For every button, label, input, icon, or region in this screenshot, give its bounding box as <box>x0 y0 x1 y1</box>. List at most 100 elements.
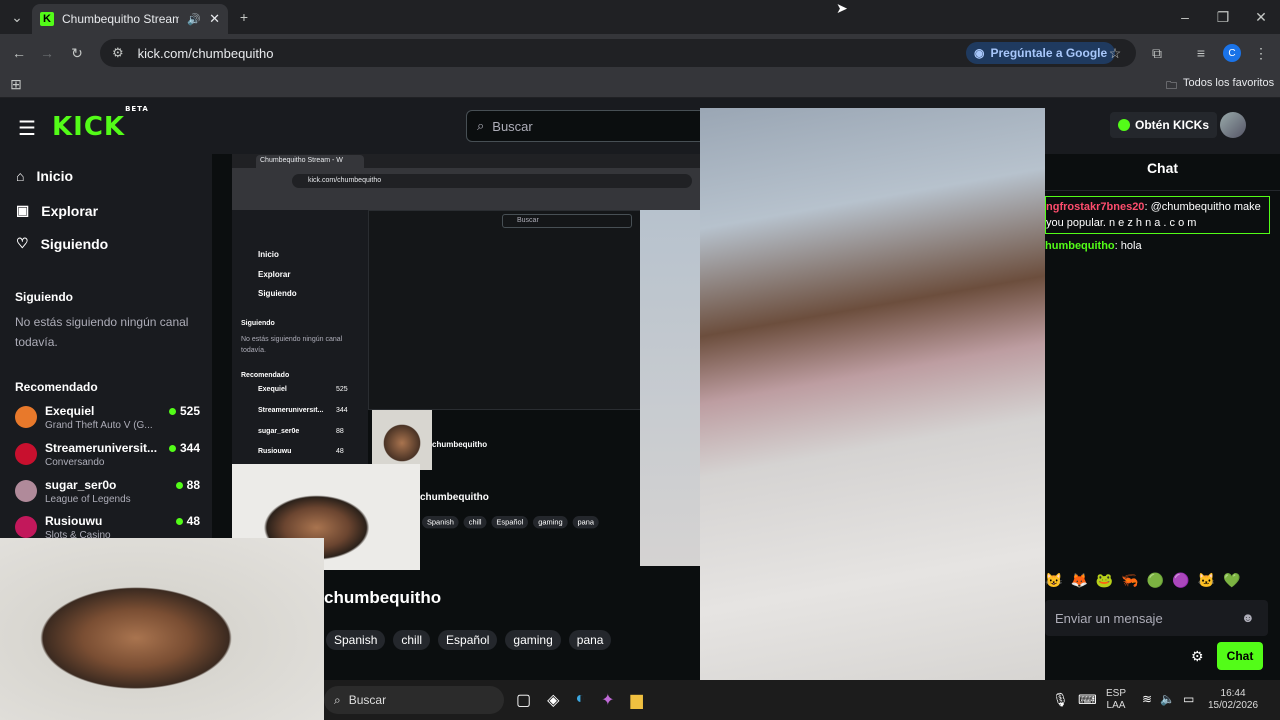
kick-logo[interactable]: KICKBETA <box>52 105 149 142</box>
sidebar-item-inicio[interactable]: ⌂ Inicio <box>16 168 73 184</box>
emote-bar: 😺 🦊 🐸 🦐 🟢 🟣 🐱 💚 <box>1045 572 1280 594</box>
viewer-count: 525 <box>168 404 200 418</box>
nav-label-explorar: Explorar <box>41 202 99 219</box>
sidebar-item-explorar[interactable]: ▣ Explorar <box>16 202 98 219</box>
recommended-channel[interactable]: Exequiel Grand Theft Auto V (G... 525 <box>15 404 200 440</box>
live-video-frame[interactable] <box>700 108 1045 720</box>
mouse-cursor-icon: ➤ <box>836 0 848 16</box>
volume-icon: 🔈 <box>1160 692 1176 706</box>
tag-list: Spanish chill Español gaming pana <box>326 630 612 650</box>
tag-chill[interactable]: chill <box>393 630 431 650</box>
chat-panel: Chat ngfrostakr7bnes20: @chumbequitho ma… <box>1045 154 1280 720</box>
tag-gaming[interactable]: gaming <box>505 630 561 650</box>
copilot-icon[interactable]: ✦ <box>601 690 614 710</box>
tab-search-icon[interactable]: ⌄ <box>8 8 26 26</box>
all-bookmarks-button[interactable]: 🗀 Todos los favoritos <box>1166 77 1274 96</box>
minimize-icon[interactable]: – <box>1176 8 1194 26</box>
reload-icon[interactable]: ↻ <box>68 44 86 62</box>
search-icon: ⌕ <box>477 118 485 133</box>
taskbar-apps: ▢ ◈ ◐ ✦ ▆ <box>516 690 643 710</box>
emote-icon[interactable]: 🟢 <box>1147 572 1164 594</box>
profile-avatar[interactable]: C <box>1223 44 1241 62</box>
task-view-icon[interactable]: ▢ <box>516 690 531 710</box>
wifi-icon: ≋ <box>1142 692 1153 706</box>
chat-message: humbequitho: hola <box>1045 240 1142 252</box>
emote-icon[interactable]: 🐱 <box>1198 572 1215 594</box>
audio-icon[interactable]: 🔊 <box>187 13 201 26</box>
back-icon[interactable]: ← <box>10 44 28 62</box>
emote-icon[interactable]: 😺 <box>1045 572 1062 594</box>
chat-send-button[interactable]: Chat <box>1217 642 1263 670</box>
nested-rec-name: Exequiel <box>258 386 287 393</box>
live-dot-icon <box>168 444 176 452</box>
emote-icon[interactable]: 💚 <box>1223 572 1240 594</box>
bookmark-star-icon[interactable]: ☆ <box>1106 44 1124 62</box>
browser-tab-active[interactable]: K Chumbequitho Stream - W 🔊 ✕ <box>32 4 228 34</box>
keyboard-layout: LAA <box>1106 700 1126 711</box>
menu-kebab-icon[interactable]: ⋮ <box>1252 44 1270 62</box>
forward-icon[interactable]: → <box>38 44 56 62</box>
extensions-icon[interactable]: ⧉ <box>1148 44 1166 62</box>
restore-icon[interactable]: ❐ <box>1214 8 1232 26</box>
apps-grid-icon[interactable]: ⊞ <box>8 76 24 92</box>
chat-settings-gear-icon[interactable]: ⚙ <box>1191 648 1204 665</box>
chat-username[interactable]: humbequitho <box>1045 240 1115 252</box>
tag-pana[interactable]: pana <box>568 630 612 650</box>
recommended-channel[interactable]: Streameruniversit... Conversando 344 <box>15 441 200 477</box>
clock-date: 15/02/2026 <box>1208 700 1259 711</box>
channel-category: League of Legends <box>45 494 131 505</box>
nested-nav-inicio: Inicio <box>258 250 279 259</box>
nested-nav-siguiendo: Siguiendo <box>258 289 297 298</box>
chat-input-placeholder: Enviar un mensaje <box>1055 610 1163 626</box>
channel-name: Exequiel <box>45 404 95 418</box>
edge-icon[interactable]: ◐ <box>575 690 585 710</box>
tag-espanol[interactable]: Español <box>438 630 498 650</box>
system-tray[interactable]: ≋ 🔈 ▭ <box>1142 692 1194 706</box>
site-info-icon[interactable]: ⚙ <box>112 45 124 61</box>
nested-recommended-title: Recomendado <box>241 372 290 379</box>
bookmarks-bar: ⊞ 🗀 Todos los favoritos <box>0 72 1280 98</box>
inner-tag: Spanish <box>422 516 459 529</box>
inner-tag: gaming <box>533 516 568 529</box>
keyboard-icon[interactable]: ⌨ <box>1078 692 1097 708</box>
new-tab-icon[interactable]: + <box>236 8 252 26</box>
file-explorer-icon[interactable]: ▆ <box>631 690 643 710</box>
url-text: kick.com/chumbequitho <box>137 45 274 61</box>
clock[interactable]: 16:44 15/02/2026 <box>1208 688 1258 712</box>
emote-icon[interactable]: 🦊 <box>1070 572 1087 594</box>
inner-tag-list: Spanish chill Español gaming pana <box>422 516 600 529</box>
language-indicator[interactable]: ESP LAA <box>1106 688 1126 712</box>
emote-icon[interactable]: 🦐 <box>1121 572 1138 594</box>
chat-input[interactable]: Enviar un mensaje ☻ <box>1045 600 1268 636</box>
chat-title: Chat <box>1146 160 1179 176</box>
user-avatar[interactable] <box>1220 112 1246 138</box>
channel-category: Grand Theft Auto V (G... <box>45 420 153 431</box>
emoji-picker-icon[interactable]: ☻ <box>1241 610 1255 625</box>
all-bookmarks-label: Todos los favoritos <box>1183 77 1275 89</box>
nested-rec-name: Streameruniversit... <box>258 407 324 414</box>
sidebar-item-siguiendo[interactable]: ♡ Siguiendo <box>16 235 108 252</box>
chat-username[interactable]: ngfrostakr7bnes20 <box>1046 201 1144 213</box>
teams-icon[interactable]: ◈ <box>547 690 559 710</box>
battery-icon: ▭ <box>1183 692 1195 706</box>
tag-spanish[interactable]: Spanish <box>326 630 386 650</box>
ask-google-button[interactable]: ◉ Pregúntale a Google <box>966 42 1116 64</box>
nested-webcam <box>372 410 432 470</box>
tab-close-icon[interactable]: ✕ <box>209 11 220 27</box>
media-control-icon[interactable]: ≡ <box>1192 44 1210 62</box>
hamburger-menu-icon[interactable]: ☰ <box>18 116 36 141</box>
emote-icon[interactable]: 🐸 <box>1096 572 1113 594</box>
nested-tab-strip: Chumbequitho Stream - W <box>232 154 700 168</box>
emote-icon[interactable]: 🟣 <box>1172 572 1189 594</box>
channel-avatar <box>15 480 37 502</box>
nested-rec-viewers: 88 <box>336 428 344 435</box>
recommended-channel[interactable]: sugar_ser0o League of Legends 88 <box>15 478 200 514</box>
nested-rec-name: sugar_ser0e <box>258 428 300 435</box>
microphone-icon[interactable]: 🎙 <box>1052 692 1069 708</box>
taskbar-search[interactable]: ⌕ Buscar <box>324 686 504 714</box>
close-window-icon[interactable]: ✕ <box>1252 8 1270 26</box>
live-dot-icon <box>175 517 183 525</box>
inner-channel-name: chumbequitho <box>420 492 489 503</box>
nested-tab-title: Chumbequitho Stream - W <box>256 155 364 168</box>
get-kicks-button[interactable]: Obtén KICKs <box>1110 112 1218 138</box>
